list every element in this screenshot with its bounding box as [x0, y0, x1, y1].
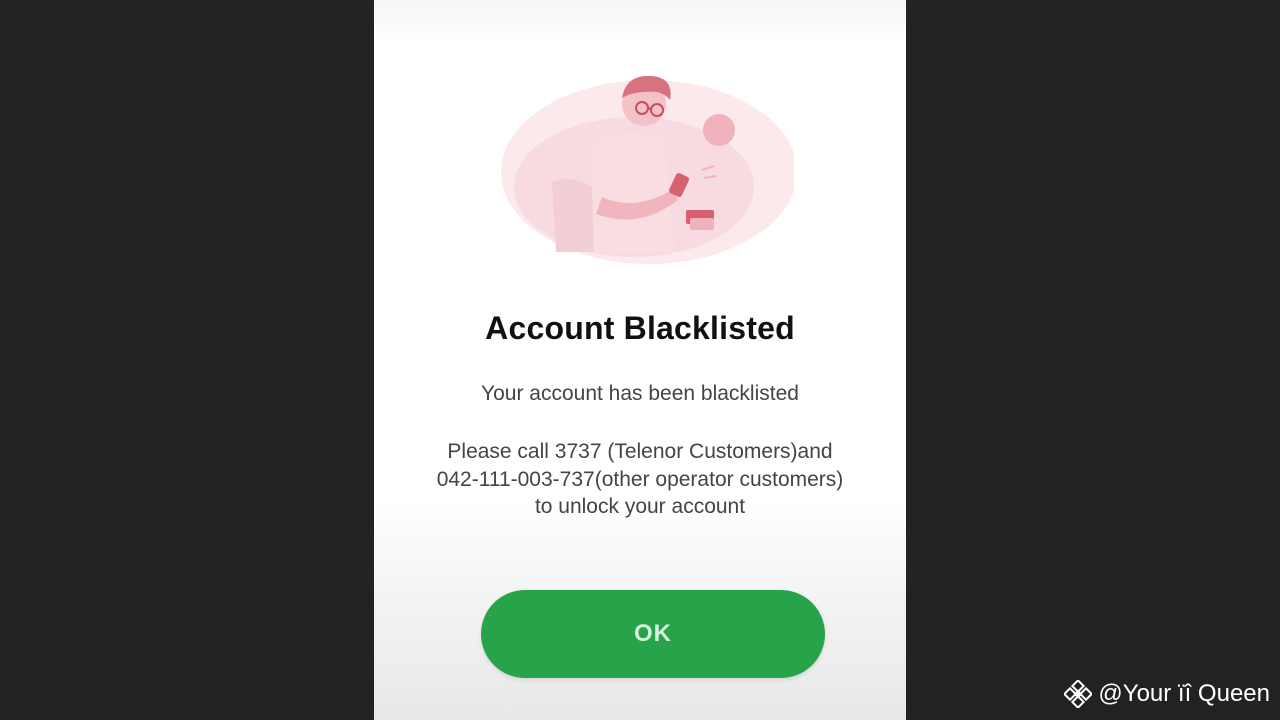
ok-button[interactable]: OK: [481, 590, 825, 678]
instruction-line: to unlock your account: [534, 495, 746, 518]
ok-button-label: OK: [634, 620, 672, 647]
phone-screen: Account Blacklisted Your account has bee…: [374, 0, 906, 720]
binance-logo-icon: [1064, 680, 1093, 708]
person-holding-card-illustration: [494, 62, 797, 272]
instruction-line: Please call 3737 (Telenor Customers)and: [447, 440, 833, 463]
instruction-line: 042-111-003-737(other operator customers…: [436, 467, 844, 491]
watermark: @Your ïî Queen: [1064, 680, 1270, 708]
dialog-subtitle: Your account has been blacklisted: [481, 382, 799, 405]
dialog-instructions: Please call 3737 (Telenor Customers)and …: [394, 438, 886, 521]
dialog-title: Account Blacklisted: [485, 310, 795, 346]
watermark-text: @Your ïî Queen: [1098, 680, 1270, 707]
